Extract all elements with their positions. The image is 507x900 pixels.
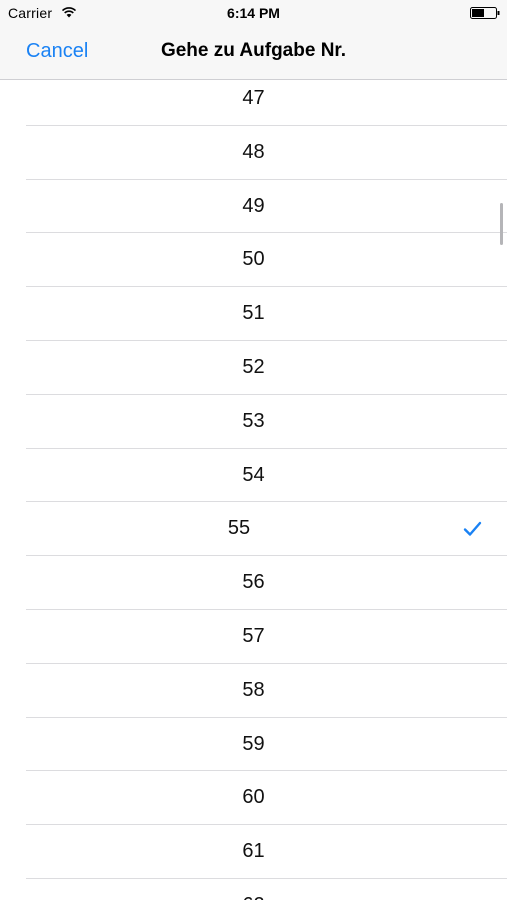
- status-bar: Carrier 6:14 PM: [0, 0, 507, 28]
- battery-icon: [470, 7, 500, 19]
- list-item[interactable]: 47: [0, 72, 507, 126]
- list-item-label: 52: [242, 355, 265, 378]
- list-item-label: 60: [242, 786, 265, 809]
- list-item[interactable]: 59: [0, 718, 507, 772]
- list-item[interactable]: 51: [0, 287, 507, 341]
- list-item[interactable]: 58: [0, 664, 507, 718]
- list-item[interactable]: 49: [0, 180, 507, 234]
- list-item-label: 56: [242, 571, 265, 594]
- list-item[interactable]: 48: [0, 126, 507, 180]
- list-item-label: 55: [227, 517, 251, 540]
- list-item-label: 49: [242, 194, 265, 217]
- list-item[interactable]: 53: [0, 395, 507, 449]
- list-item[interactable]: 50: [0, 233, 507, 287]
- scroll-indicator[interactable]: [500, 203, 503, 245]
- list-item-label: 53: [242, 409, 265, 432]
- list-item-label: 58: [242, 678, 265, 701]
- task-number-list[interactable]: 47 48 49 50 51 52 53 54 55 56 57 58 59 6…: [0, 72, 507, 900]
- list-item-label: 51: [242, 302, 265, 325]
- list-item-label: 62: [0, 879, 507, 900]
- checkmark-icon: [463, 522, 482, 537]
- list-item[interactable]: 62: [0, 879, 507, 900]
- list-item-label: 61: [242, 840, 265, 863]
- list-item-label: 54: [242, 463, 265, 486]
- page-title: Gehe zu Aufgabe Nr.: [160, 40, 347, 61]
- list-item-label: 50: [242, 248, 265, 271]
- list-item[interactable]: 56: [0, 556, 507, 610]
- list-item-label: 59: [242, 732, 265, 755]
- list-item[interactable]: 60: [0, 771, 507, 825]
- list-item-label: 48: [242, 140, 265, 163]
- list-item[interactable]: 57: [0, 610, 507, 664]
- status-time: 6:14 PM: [227, 5, 280, 21]
- list-item[interactable]: 61: [0, 825, 507, 879]
- list-item[interactable]: 52: [0, 341, 507, 395]
- list-item-label: 57: [242, 624, 265, 647]
- list-item[interactable]: 54: [0, 449, 507, 503]
- list-item-selected[interactable]: 55: [0, 502, 507, 556]
- list-item-label: 47: [242, 87, 265, 109]
